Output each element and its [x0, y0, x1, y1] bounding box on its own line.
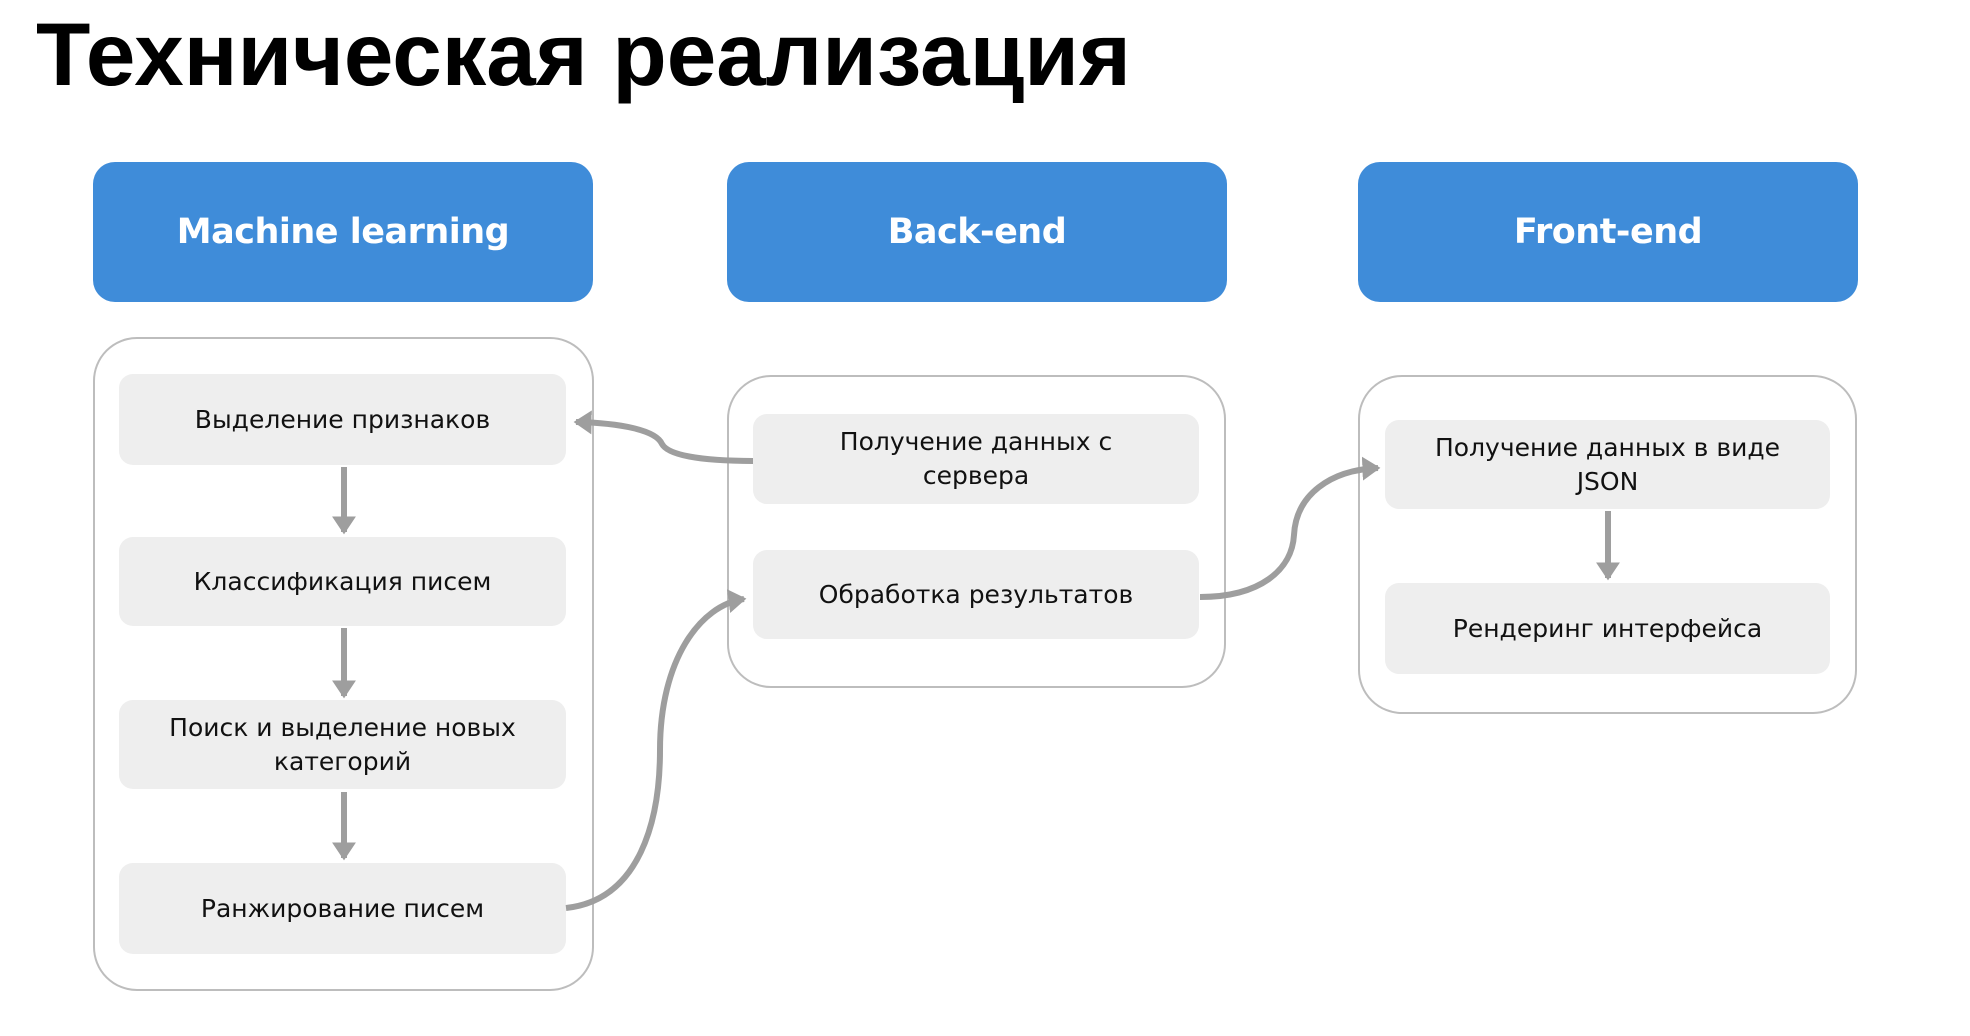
column-header-machine-learning: Machine learning	[93, 162, 593, 302]
step-label: Выделение признаков	[194, 404, 491, 434]
step-receive-json: Получение данных в виде JSON	[1385, 420, 1830, 509]
step-label: Рендеринг интерфейса	[1452, 613, 1763, 643]
column-header-back-end: Back-end	[727, 162, 1227, 302]
step-label: Получение данных в виде JSON	[1434, 432, 1781, 496]
step-email-classification: Классификация писем	[119, 537, 566, 626]
step-label: Ранжирование писем	[200, 893, 485, 923]
step-fetch-server-data: Получение данных с сервера	[753, 414, 1199, 504]
column-header-label: Back-end	[887, 212, 1067, 252]
step-process-results: Обработка результатов	[753, 550, 1199, 639]
step-label: Классификация писем	[193, 566, 492, 596]
arrow-process-results-to-json	[1199, 456, 1381, 600]
column-header-label: Machine learning	[176, 212, 510, 252]
step-label: Обработка результатов	[818, 579, 1134, 609]
column-header-front-end: Front-end	[1358, 162, 1858, 302]
step-email-ranking: Ранжирование писем	[119, 863, 566, 954]
slide-title: Техническая реализация	[36, 4, 1131, 104]
step-label: Поиск и выделение новых категорий	[169, 712, 516, 776]
step-label: Получение данных с сервера	[839, 427, 1113, 490]
step-feature-extraction: Выделение признаков	[119, 374, 566, 465]
step-new-category-discovery: Поиск и выделение новых категорий	[119, 700, 566, 789]
step-render-interface: Рендеринг интерфейса	[1385, 583, 1830, 674]
column-header-label: Front-end	[1513, 212, 1703, 252]
